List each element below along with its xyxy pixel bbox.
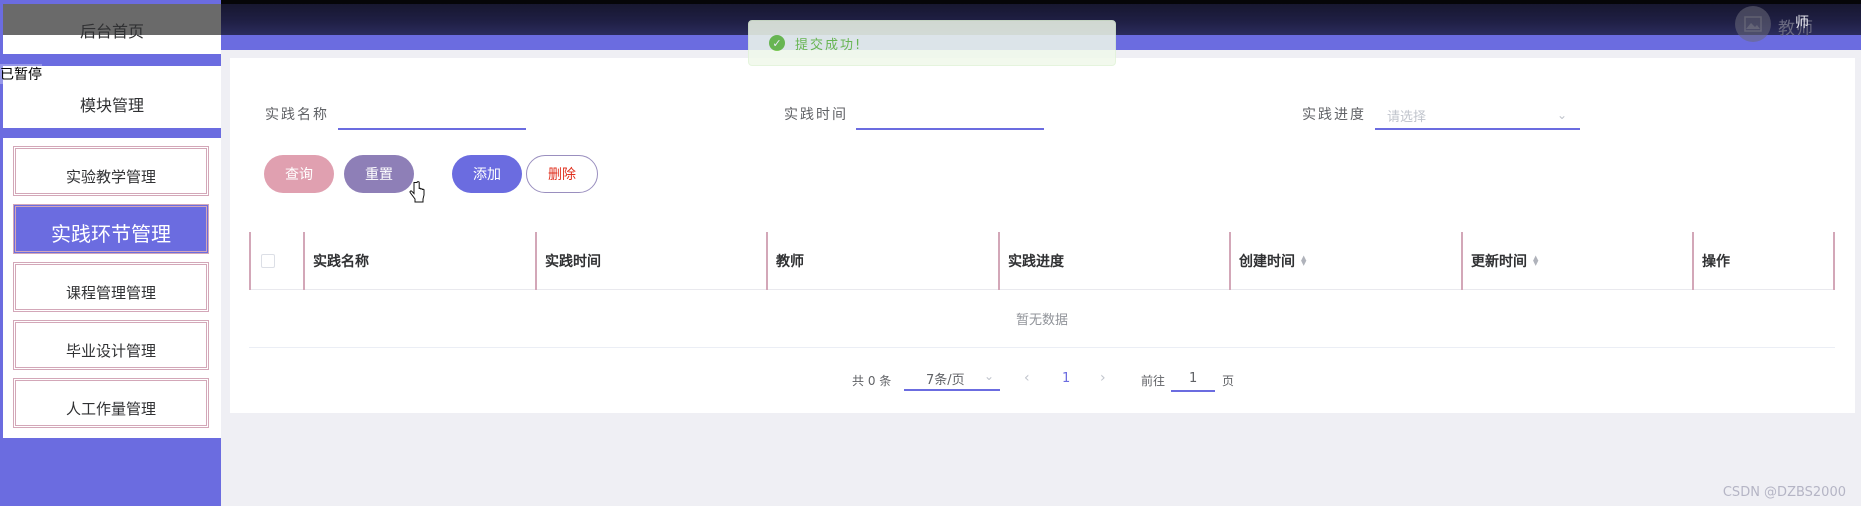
pager-total: 共 0 条 — [852, 374, 892, 388]
col-updated-time-label: 更新时间 — [1471, 254, 1527, 270]
select-all-checkbox[interactable] — [261, 254, 275, 268]
col-teacher: 教师 — [766, 232, 998, 290]
chevron-down-icon: ⌄ — [984, 369, 995, 383]
success-toast: ✓ 提交成功! — [748, 20, 1116, 66]
image-icon — [1744, 16, 1762, 32]
col-practice-progress: 实践进度 — [998, 232, 1229, 290]
current-page[interactable]: 1 — [1062, 371, 1070, 386]
col-created-time-label: 创建时间 — [1239, 254, 1295, 270]
table-header-right-border — [1833, 232, 1835, 290]
query-button[interactable]: 查询 — [264, 155, 334, 193]
hand-cursor-icon — [409, 181, 425, 203]
sidebar-menu: 实验教学管理 实践环节管理 课程管理管理 毕业设计管理 人工作量管理 — [3, 138, 221, 438]
sidebar-item-graduation-design[interactable]: 毕业设计管理 — [13, 320, 209, 370]
col-actions: 操作 — [1692, 232, 1835, 290]
paused-label: 已暂停 — [0, 64, 42, 84]
sort-icon[interactable]: ▲ ▼ — [1533, 255, 1538, 267]
sidebar-item-course[interactable]: 课程管理管理 — [13, 262, 209, 312]
col-updated-time[interactable]: 更新时间 ▲ ▼ — [1461, 232, 1692, 290]
practice-time-input[interactable] — [856, 104, 1044, 130]
top-edge — [0, 0, 1861, 4]
practice-progress-label: 实践进度 — [1302, 107, 1366, 123]
prev-page-icon[interactable]: ‹ — [1024, 370, 1030, 386]
sidebar-home[interactable]: 后台首页 — [3, 4, 221, 54]
role-label: 师 — [1795, 15, 1809, 31]
sidebar-item-practice[interactable]: 实践环节管理 — [13, 204, 209, 254]
goto-page-input[interactable]: 1 — [1171, 366, 1215, 392]
table-empty-text: 暂无数据 — [249, 290, 1835, 348]
avatar[interactable] — [1735, 6, 1771, 42]
sidebar-home-label: 后台首页 — [79, 22, 144, 41]
chevron-down-icon: ⌄ — [1557, 108, 1568, 122]
check-circle-icon: ✓ — [769, 35, 785, 51]
sort-icon[interactable]: ▲ ▼ — [1301, 255, 1306, 267]
goto-label: 前往 — [1141, 374, 1166, 388]
sidebar-module-label: 模块管理 — [79, 96, 144, 115]
goto-page-value: 1 — [1189, 371, 1198, 386]
select-all-cell — [249, 232, 303, 290]
col-created-time[interactable]: 创建时间 ▲ ▼ — [1229, 232, 1461, 290]
practice-time-label: 实践时间 — [784, 107, 848, 123]
sidebar-item-lab-teaching[interactable]: 实验教学管理 — [13, 146, 209, 196]
practice-progress-placeholder: 请选择 — [1387, 110, 1427, 125]
table-header: 实践名称 实践时间 教师 实践进度 创建时间 ▲ ▼ 更新时间 ▲ ▼ 操作 — [249, 232, 1835, 290]
page-size-select[interactable]: 7条/页 ⌄ — [904, 365, 1000, 391]
add-button[interactable]: 添加 — [452, 155, 522, 193]
page-size-value: 7条/页 — [926, 373, 965, 388]
sidebar: 后台首页 模块管理 已暂停 实验教学管理 实践环节管理 课程管理管理 毕业设计管… — [0, 0, 221, 506]
next-page-icon[interactable]: › — [1100, 370, 1106, 386]
data-table: 实践名称 实践时间 教师 实践进度 创建时间 ▲ ▼ 更新时间 ▲ ▼ 操作 暂无数… — [249, 232, 1835, 348]
delete-button[interactable]: 删除 — [526, 155, 598, 193]
col-practice-name: 实践名称 — [303, 232, 535, 290]
practice-name-input[interactable] — [338, 104, 526, 130]
reset-button[interactable]: 重置 — [344, 155, 414, 193]
sidebar-item-workload[interactable]: 人工作量管理 — [13, 378, 209, 428]
watermark: CSDN @DZBS2000 — [1722, 485, 1846, 500]
page-unit-label: 页 — [1222, 374, 1235, 388]
toast-message: 提交成功! — [795, 38, 863, 53]
practice-progress-select[interactable]: 请选择 ⌄ — [1375, 104, 1580, 130]
col-practice-time: 实践时间 — [535, 232, 766, 290]
practice-name-label: 实践名称 — [265, 107, 329, 123]
